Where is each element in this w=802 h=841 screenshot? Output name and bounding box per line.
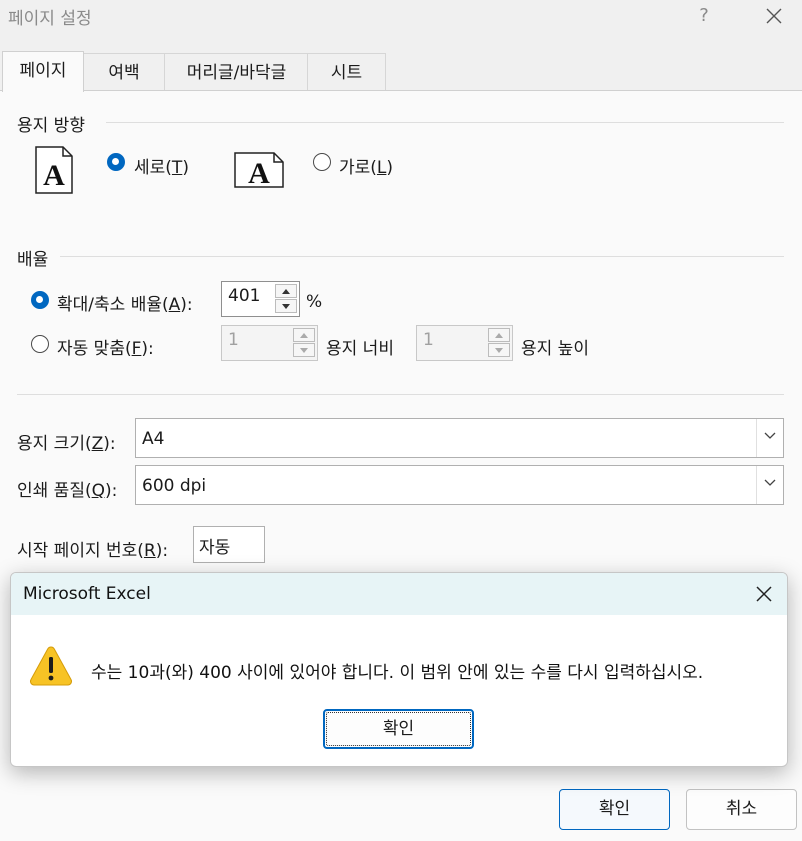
adjust-to-radio[interactable] xyxy=(31,291,49,309)
message-text: 수는 10과(와) 400 사이에 있어야 합니다. 이 범위 안에 있는 수를… xyxy=(91,663,704,683)
spin-up-button[interactable] xyxy=(275,284,297,298)
orientation-section-label: 용지 방향 xyxy=(17,116,85,136)
svg-text:A: A xyxy=(248,157,270,188)
spin-up-button[interactable] xyxy=(293,328,315,342)
chevron-down-icon xyxy=(756,419,783,457)
spin-down-button[interactable] xyxy=(275,299,297,313)
help-button[interactable]: ? xyxy=(690,2,718,30)
tab-page[interactable]: 페이지 xyxy=(2,51,84,92)
section-divider xyxy=(17,394,784,395)
portrait-label[interactable]: 세로(T) xyxy=(134,153,189,178)
cancel-button[interactable]: 취소 xyxy=(686,789,797,830)
arrow-down-icon xyxy=(495,348,503,353)
orientation-divider xyxy=(106,122,784,123)
tab-margins[interactable]: 여백 xyxy=(82,53,166,92)
fit-to-radio[interactable] xyxy=(31,335,49,353)
warning-icon xyxy=(29,645,73,691)
first-page-number-value: 자동 xyxy=(199,538,231,558)
pages-tall-label: 용지 높이 xyxy=(521,339,589,359)
portrait-radio[interactable] xyxy=(107,153,125,171)
arrow-down-icon xyxy=(300,348,308,353)
close-icon xyxy=(766,8,782,24)
scale-percent-value: 401 xyxy=(228,286,261,306)
chevron-down-icon xyxy=(756,466,783,504)
paper-size-select[interactable]: A4 xyxy=(135,418,784,458)
tab-header-footer[interactable]: 머리글/바닥글 xyxy=(164,53,309,92)
close-button[interactable] xyxy=(756,0,792,32)
paper-size-value: A4 xyxy=(142,429,165,449)
print-quality-label: 인쇄 품질(Q): xyxy=(17,481,118,501)
scaling-section-label: 배율 xyxy=(17,250,49,270)
percent-unit: % xyxy=(306,292,323,312)
fit-wide-spinner[interactable]: 1 xyxy=(221,325,318,361)
fit-tall-value: 1 xyxy=(423,330,434,350)
landscape-label[interactable]: 가로(L) xyxy=(339,153,393,178)
arrow-up-icon xyxy=(282,289,290,294)
tab-sheet[interactable]: 시트 xyxy=(307,53,386,92)
svg-text:A: A xyxy=(43,159,65,192)
print-quality-value: 600 dpi xyxy=(142,476,207,496)
spin-up-button[interactable] xyxy=(488,328,510,342)
arrow-down-icon xyxy=(282,304,290,309)
fit-tall-spinner[interactable]: 1 xyxy=(416,325,513,361)
arrow-up-icon xyxy=(495,333,503,338)
ok-button[interactable]: 확인 xyxy=(559,789,670,830)
fit-wide-value: 1 xyxy=(228,330,239,350)
message-box-close-button[interactable] xyxy=(751,581,777,607)
message-ok-button[interactable]: 확인 xyxy=(323,709,474,749)
adjust-to-label[interactable]: 확대/축소 배율(A): xyxy=(57,290,193,315)
landscape-page-icon: A xyxy=(234,152,284,188)
window-title: 페이지 설정 xyxy=(8,9,92,29)
arrow-up-icon xyxy=(300,333,308,338)
pages-wide-label: 용지 너비 xyxy=(326,339,394,359)
first-page-number-label: 시작 페이지 번호(R): xyxy=(17,541,169,561)
portrait-page-icon: A xyxy=(35,146,73,194)
message-box-title: Microsoft Excel xyxy=(23,584,151,604)
scale-percent-spinner[interactable]: 401 xyxy=(221,281,300,317)
fit-to-label[interactable]: 자동 맞춤(F): xyxy=(57,334,154,359)
print-quality-select[interactable]: 600 dpi xyxy=(135,465,784,505)
message-box: Microsoft Excel 수는 10과(와) 400 사이에 있어야 합니… xyxy=(10,572,788,767)
spin-down-button[interactable] xyxy=(293,343,315,357)
close-icon xyxy=(756,586,772,602)
spin-down-button[interactable] xyxy=(488,343,510,357)
first-page-number-input[interactable]: 자동 xyxy=(193,526,265,563)
paper-size-label: 용지 크기(Z): xyxy=(17,434,116,454)
scaling-divider xyxy=(60,256,784,257)
landscape-radio[interactable] xyxy=(313,153,331,171)
